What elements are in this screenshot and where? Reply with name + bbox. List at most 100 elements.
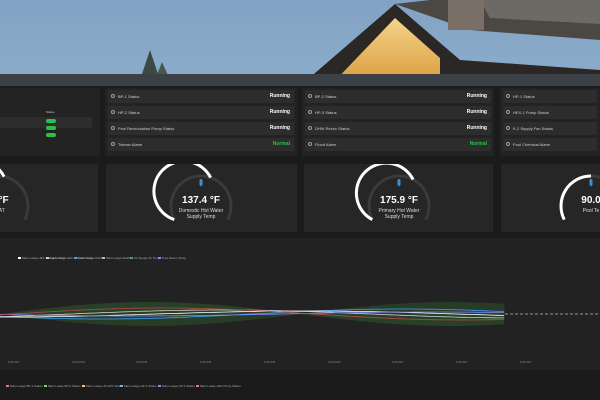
time-tick: 9:00 PM bbox=[264, 360, 276, 364]
legend-item[interactable]: Main Lodge HEX Pump Status bbox=[196, 384, 241, 388]
status-label: Pool Chemical Alarm bbox=[513, 142, 551, 147]
status-column-header: Status bbox=[46, 110, 55, 114]
time-tick: 9:00 AM bbox=[8, 360, 20, 364]
status-pill bbox=[46, 126, 56, 130]
status-indicator-icon bbox=[308, 110, 312, 114]
status-indicator-icon bbox=[111, 126, 115, 130]
status-indicator-icon bbox=[111, 110, 115, 114]
time-tick: 12:00 PM bbox=[72, 360, 85, 364]
legend-swatch bbox=[196, 385, 199, 388]
status-pill bbox=[46, 119, 56, 123]
lodge-photo bbox=[0, 0, 600, 86]
status-value: Running bbox=[466, 109, 487, 115]
legend-label: Main Lodge HEX Pump Status bbox=[200, 384, 241, 388]
status-label: K-2 Supply Fan Status bbox=[513, 126, 554, 131]
status-row: HP-2 Status Running bbox=[108, 106, 294, 119]
legend-label: K2 Supply Air Temp bbox=[134, 256, 161, 260]
legend-item[interactable]: K2 Supply Air Temp bbox=[130, 256, 160, 260]
thermometer-icon bbox=[589, 179, 593, 186]
legend-item[interactable]: Main Lodge DHWR bbox=[102, 256, 132, 260]
status-value: Running bbox=[466, 125, 487, 131]
status-value: Normal bbox=[469, 141, 487, 147]
legend-label: Main Lodge HP-2 Status bbox=[124, 384, 157, 388]
status-row: K-2 Supply Fan Status bbox=[503, 122, 597, 135]
status-indicator-icon bbox=[506, 126, 510, 130]
legend-label: Main Lodge DHWT bbox=[78, 256, 104, 260]
status-panel-left: Status bbox=[0, 88, 100, 156]
status-label: HP-2 Status bbox=[118, 110, 140, 115]
legend-swatch bbox=[6, 385, 9, 388]
legend-label: Main Lodge BP-1 Status bbox=[10, 384, 43, 388]
status-value: Running bbox=[269, 109, 290, 115]
legend-item[interactable]: Main Lodge HX-HP1 Status bbox=[82, 384, 123, 388]
time-tick: 6:00 PM bbox=[200, 360, 212, 364]
legend-item[interactable]: Main Lodge HP-2 Status bbox=[120, 384, 157, 388]
status-label: HP-3 Status bbox=[315, 110, 337, 115]
legend-swatch bbox=[130, 257, 133, 260]
thermometer-icon bbox=[199, 179, 203, 186]
legend-label: Pool Return Temp bbox=[162, 256, 186, 260]
gauge-value: 137.4 °F bbox=[182, 195, 220, 206]
time-tick: 12:00 AM bbox=[328, 360, 341, 364]
legend-label: Main Lodge DHWR bbox=[106, 256, 132, 260]
gauge-value: 90.0 bbox=[581, 195, 600, 206]
bell-icon bbox=[506, 142, 510, 146]
status-value: Normal bbox=[272, 141, 290, 147]
status-label: Pool Recirculation Pump Status bbox=[118, 126, 175, 131]
status-indicator-icon bbox=[506, 94, 510, 98]
legend-swatch bbox=[44, 385, 47, 388]
status-indicator-icon bbox=[308, 126, 312, 130]
gauge-card-primary-hw-supply: 175.9 °F Primary Hot Water Supply Temp bbox=[304, 164, 493, 232]
gauge-label: Supply Temp bbox=[186, 214, 216, 220]
legend-swatch bbox=[82, 385, 85, 388]
status-pill bbox=[46, 133, 56, 137]
gauge-label: Pool Te bbox=[582, 208, 600, 214]
legend-swatch bbox=[158, 257, 161, 260]
status-row: BP-2 Status Running bbox=[305, 90, 491, 103]
gauge-label: 2 SAT bbox=[0, 208, 5, 214]
status-label: BP-1 Status bbox=[118, 94, 140, 99]
bell-icon bbox=[111, 142, 115, 146]
time-tick: 3:00 PM bbox=[136, 360, 148, 364]
gauge-value: .4 °F bbox=[0, 195, 9, 206]
legend-swatch bbox=[158, 385, 161, 388]
time-tick: 6:00 AM bbox=[456, 360, 468, 364]
status-row: BP-1 Status Running bbox=[108, 90, 294, 103]
status-indicator-icon bbox=[111, 94, 115, 98]
status-row: HEX-1 Pump Status bbox=[503, 106, 597, 119]
status-row: Pool Recirculation Pump Status Running bbox=[108, 122, 294, 135]
legend-swatch bbox=[102, 257, 105, 260]
trend-chart bbox=[0, 302, 600, 326]
trend-chart-panel: Main Lodge HEX-1 Supply Temp Main Lodge H… bbox=[0, 238, 600, 370]
gauge-card-sat: .4 °F 2 SAT bbox=[0, 164, 98, 232]
legend-item[interactable]: Pool Return Temp bbox=[158, 256, 186, 260]
legend-swatch bbox=[46, 257, 49, 260]
status-label: HEX-1 Pump Status bbox=[513, 110, 549, 115]
gauge-value: 175.9 °F bbox=[380, 195, 418, 206]
status-label: HP-1 Status bbox=[513, 94, 535, 99]
time-axis: 9:00 AM 12:00 PM 3:00 PM 6:00 PM 9:00 PM 12:0… bbox=[0, 360, 600, 366]
status-row: Flood Alarm Normal bbox=[305, 138, 491, 151]
status-value: Running bbox=[269, 125, 290, 131]
legend-item[interactable]: Main Lodge BP-2 Status bbox=[44, 384, 81, 388]
header-banner bbox=[0, 0, 600, 86]
gauge-label: Supply Temp bbox=[384, 214, 414, 220]
legend-item[interactable]: Main Lodge DHWT bbox=[74, 256, 104, 260]
bell-icon bbox=[308, 142, 312, 146]
gauge-card-dhw-supply: 137.4 °F Domestic Hot Water Supply Temp bbox=[106, 164, 297, 232]
status-row: Tolman Alarm Normal bbox=[108, 138, 294, 151]
status-card-pumps-1: BP-1 Status Running HP-2 Status Running Pool… bbox=[105, 88, 297, 156]
status-value: Running bbox=[269, 93, 290, 99]
status-label: Tolman Alarm bbox=[118, 142, 143, 147]
legend-item[interactable]: Main Lodge HP-3 Status bbox=[158, 384, 195, 388]
status-row: HP-3 Status Running bbox=[305, 106, 491, 119]
legend-item[interactable]: Main Lodge BP-1 Status bbox=[6, 384, 43, 388]
gauge-card-pool-temp: 90.0 Pool Te bbox=[501, 164, 600, 232]
time-tick: 3:00 AM bbox=[392, 360, 404, 364]
status-row: HP-1 Status bbox=[503, 90, 597, 103]
status-indicator-icon bbox=[308, 94, 312, 98]
status-chart-legend: Main Lodge BP-1 Status Main Lodge BP-2 St… bbox=[0, 384, 600, 392]
status-card-pumps-2: BP-2 Status Running HP-3 Status Running DHW … bbox=[302, 88, 494, 156]
legend-swatch bbox=[74, 257, 77, 260]
status-card-pumps-3: HP-1 Status HEX-1 Pump Status K-2 Supply F… bbox=[500, 88, 600, 156]
